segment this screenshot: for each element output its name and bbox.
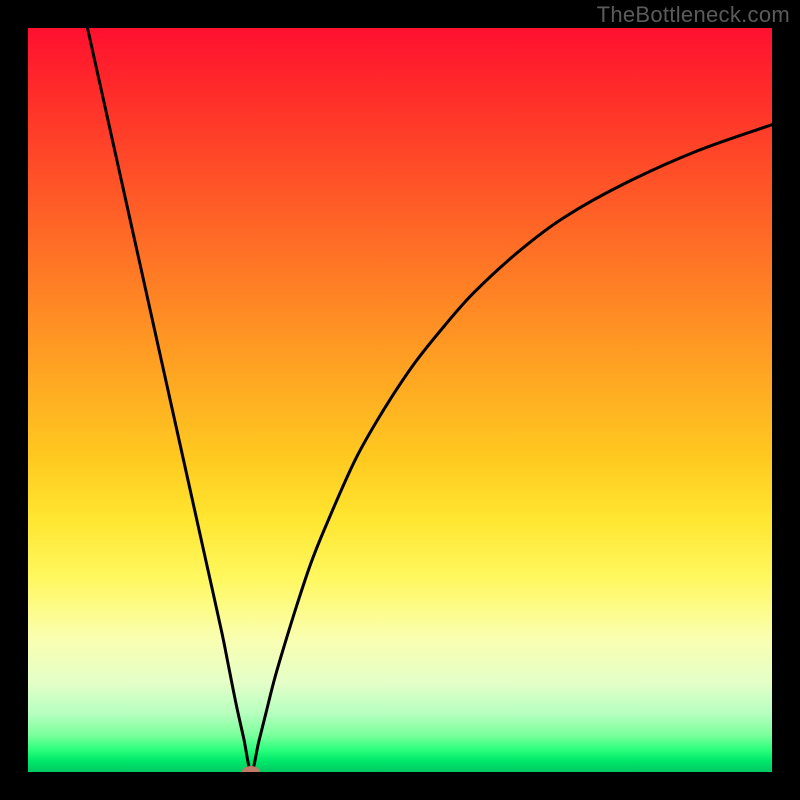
plot-area <box>28 28 772 772</box>
bottleneck-curve <box>28 28 772 772</box>
watermark-text: TheBottleneck.com <box>597 2 790 28</box>
minimum-marker <box>242 766 260 772</box>
chart-frame: TheBottleneck.com <box>0 0 800 800</box>
